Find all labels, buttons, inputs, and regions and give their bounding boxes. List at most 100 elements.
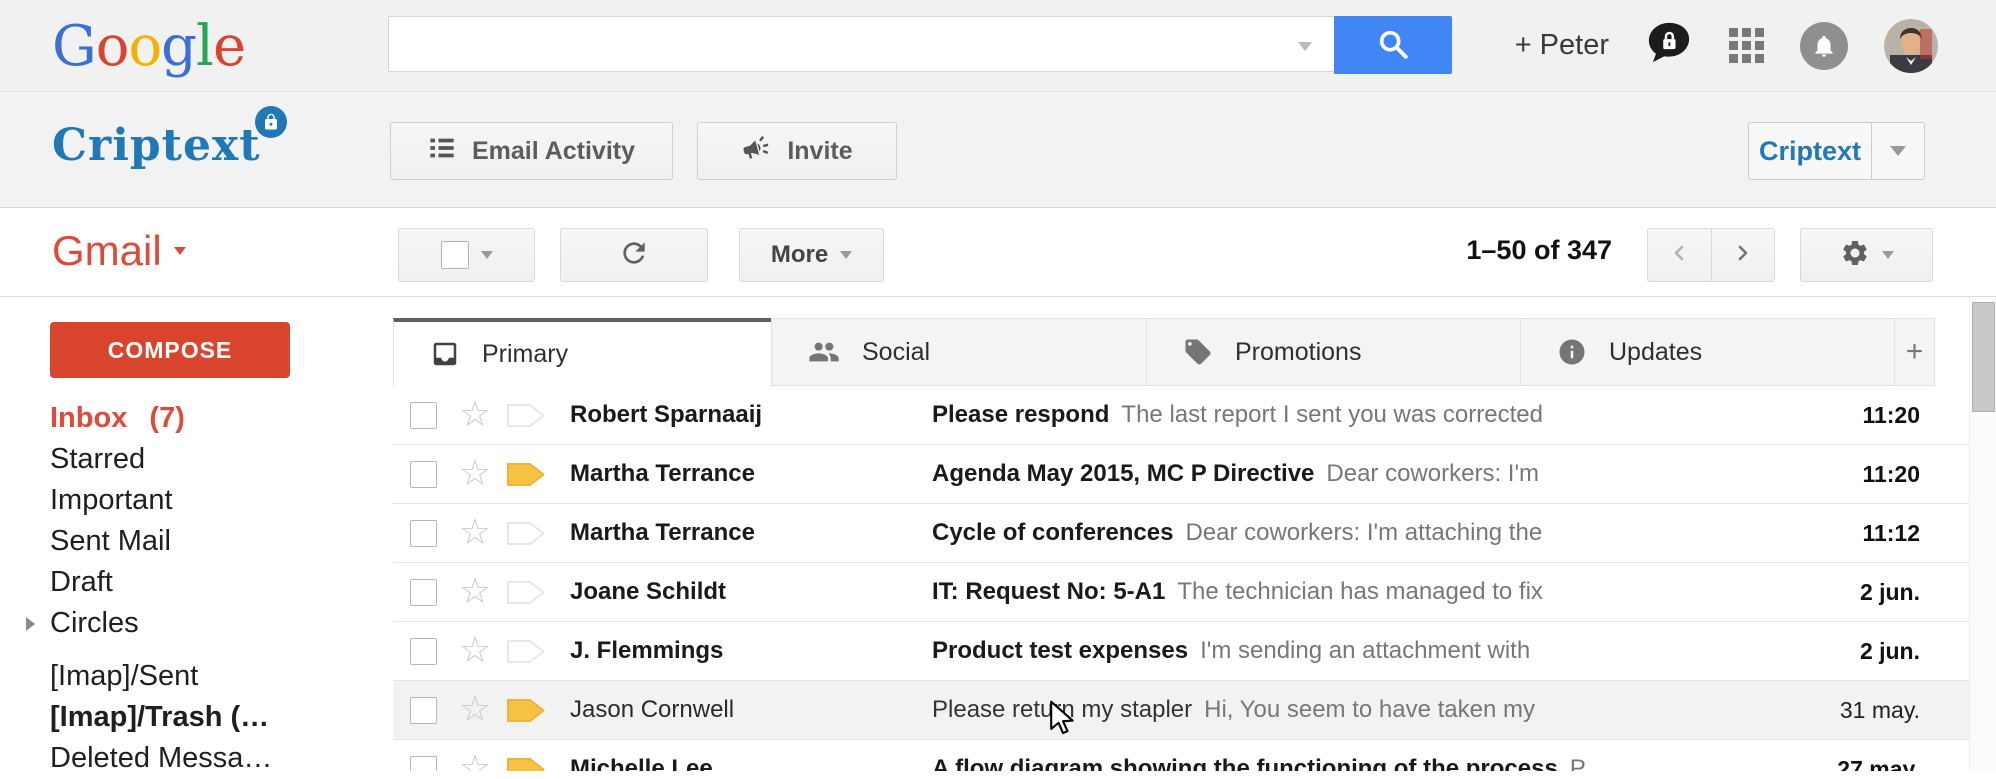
email-row[interactable]: ☆ J. Flemmings Product test expenses I'm … (393, 622, 1996, 681)
email-row[interactable]: ☆ Jason Cornwell Please return my staple… (393, 681, 1996, 740)
email-row[interactable]: ☆ Martha Terrance Agenda May 2015, MC P … (393, 445, 1996, 504)
add-tab-button[interactable]: + (1894, 318, 1935, 386)
criptext-chat-lock-icon[interactable] (1645, 20, 1693, 71)
email-subject: Please return my stapler (932, 696, 1192, 723)
email-subject: IT: Request No: 5-A1 (932, 578, 1165, 605)
sidebar-item-inbox[interactable]: Inbox (7) (0, 398, 393, 439)
email-sender: Jason Cornwell (570, 696, 932, 724)
email-row[interactable]: ☆ Joane Schildt IT: Request No: 5-A1The … (393, 563, 1996, 622)
tab-updates[interactable]: Updates (1520, 318, 1895, 386)
email-sender: J. Flemmings (570, 637, 932, 665)
select-dropdown-icon[interactable] (481, 251, 493, 259)
tab-label: Social (862, 338, 930, 367)
email-snippet: P (1570, 755, 1586, 771)
tabs-bar: Primary Social Promotions Updates + (393, 318, 1996, 386)
select-all-button[interactable] (398, 228, 535, 282)
scrollbar-track[interactable] (1969, 298, 1996, 771)
prev-page-icon (1667, 241, 1691, 270)
sidebar-item-label: Circles (50, 607, 139, 639)
gmail-dropdown-icon (174, 247, 186, 255)
google-logo[interactable]: Google (52, 14, 245, 79)
search-dropdown-icon[interactable] (1298, 42, 1312, 51)
email-row[interactable]: ☆ Martha Terrance Cycle of conferencesDe… (393, 504, 1996, 563)
importance-marker-icon[interactable] (506, 638, 548, 665)
row-checkbox[interactable] (410, 461, 437, 488)
pagination-counter: 1–50 of 347 (1466, 235, 1612, 266)
email-subject: Product test expenses (932, 637, 1188, 664)
importance-marker-icon[interactable] (506, 579, 548, 606)
sidebar-item-starred[interactable]: Starred (0, 439, 393, 480)
tab-primary[interactable]: Primary (393, 318, 772, 386)
star-icon[interactable]: ☆ (456, 515, 494, 551)
sidebar-nav-main: Inbox (7) Starred Important Sent Mail Dr… (0, 398, 393, 644)
settings-button[interactable] (1800, 228, 1933, 282)
next-page-icon (1731, 241, 1755, 270)
invite-button[interactable]: Invite (697, 122, 897, 180)
criptext-lock-badge-icon (255, 106, 287, 138)
email-subject: A flow diagram showing the functioning o… (932, 755, 1558, 771)
row-checkbox[interactable] (410, 697, 437, 724)
refresh-icon (618, 237, 650, 274)
criptext-logo[interactable]: Criptext (52, 120, 261, 171)
email-sender: Martha Terrance (570, 519, 932, 547)
email-sender: Robert Sparnaaij (570, 401, 932, 429)
star-icon[interactable]: ☆ (456, 397, 494, 433)
user-avatar[interactable] (1884, 19, 1938, 73)
sidebar-item-circles[interactable]: Circles (0, 603, 393, 644)
email-row[interactable]: ☆ Michelle Lee A flow diagram showing th… (393, 740, 1996, 771)
prev-page-button[interactable] (1648, 229, 1711, 281)
tab-primary-icon (430, 339, 460, 369)
email-time: 11:20 (1735, 402, 1996, 429)
star-icon[interactable]: ☆ (456, 456, 494, 492)
next-page-button[interactable] (1712, 229, 1775, 281)
more-button[interactable]: More (739, 228, 884, 282)
importance-marker-icon[interactable] (506, 402, 548, 429)
expand-arrow-icon[interactable] (26, 617, 35, 631)
select-checkbox-icon[interactable] (441, 241, 469, 269)
star-icon[interactable]: ☆ (456, 751, 494, 771)
scrollbar-thumb[interactable] (1972, 302, 1995, 412)
importance-marker-icon[interactable] (506, 697, 548, 724)
star-icon[interactable]: ☆ (456, 574, 494, 610)
sidebar-item-deleted-messa-[interactable]: Deleted Messa… (0, 738, 393, 779)
notifications-bell-icon[interactable] (1800, 22, 1848, 70)
compose-button[interactable]: COMPOSE (50, 322, 290, 378)
importance-marker-icon[interactable] (506, 756, 548, 772)
sidebar-item-label: Important (50, 484, 173, 516)
row-checkbox[interactable] (410, 579, 437, 606)
user-name-link[interactable]: + Peter (1515, 29, 1609, 62)
sidebar-item-sent-mail[interactable]: Sent Mail (0, 521, 393, 562)
star-icon[interactable]: ☆ (456, 692, 494, 728)
invite-label: Invite (787, 137, 852, 166)
criptext-account-dropdown[interactable] (1871, 123, 1924, 179)
importance-marker-icon[interactable] (506, 520, 548, 547)
settings-gear-icon (1840, 238, 1870, 273)
row-checkbox[interactable] (410, 638, 437, 665)
tab-promotions[interactable]: Promotions (1146, 318, 1521, 386)
criptext-account-button[interactable]: Criptext (1748, 122, 1925, 180)
email-subject-line: Cycle of conferencesDear coworkers: I'm … (932, 519, 1735, 547)
refresh-button[interactable] (560, 228, 708, 282)
email-subject-line: Product test expenses I'm sending an atta… (932, 637, 1735, 665)
email-snippet: I'm sending an attachment with (1200, 637, 1530, 664)
email-activity-button[interactable]: Email Activity (390, 122, 673, 180)
sidebar-item--imap-sent[interactable]: [Imap]/Sent (0, 656, 393, 697)
sidebar-item-draft[interactable]: Draft (0, 562, 393, 603)
row-checkbox[interactable] (410, 402, 437, 429)
tab-social[interactable]: Social (771, 318, 1147, 386)
importance-marker-icon[interactable] (506, 461, 548, 488)
apps-grid-icon[interactable] (1729, 28, 1764, 63)
search-button[interactable] (1334, 16, 1452, 74)
row-checkbox[interactable] (410, 520, 437, 547)
more-label: More (771, 241, 828, 269)
gmail-logo-menu[interactable]: Gmail (52, 227, 186, 275)
search-input[interactable] (388, 16, 1334, 72)
sidebar-item-important[interactable]: Important (0, 480, 393, 521)
star-icon[interactable]: ☆ (456, 633, 494, 669)
row-checkbox[interactable] (410, 756, 437, 772)
email-subject: Please respond (932, 401, 1109, 428)
email-row[interactable]: ☆ Robert Sparnaaij Please respondThe las… (393, 386, 1996, 445)
email-subject-line: IT: Request No: 5-A1The technician has m… (932, 578, 1735, 606)
sidebar-item--imap-trash-[interactable]: [Imap]/Trash (… (0, 697, 393, 738)
invite-icon (741, 133, 771, 170)
